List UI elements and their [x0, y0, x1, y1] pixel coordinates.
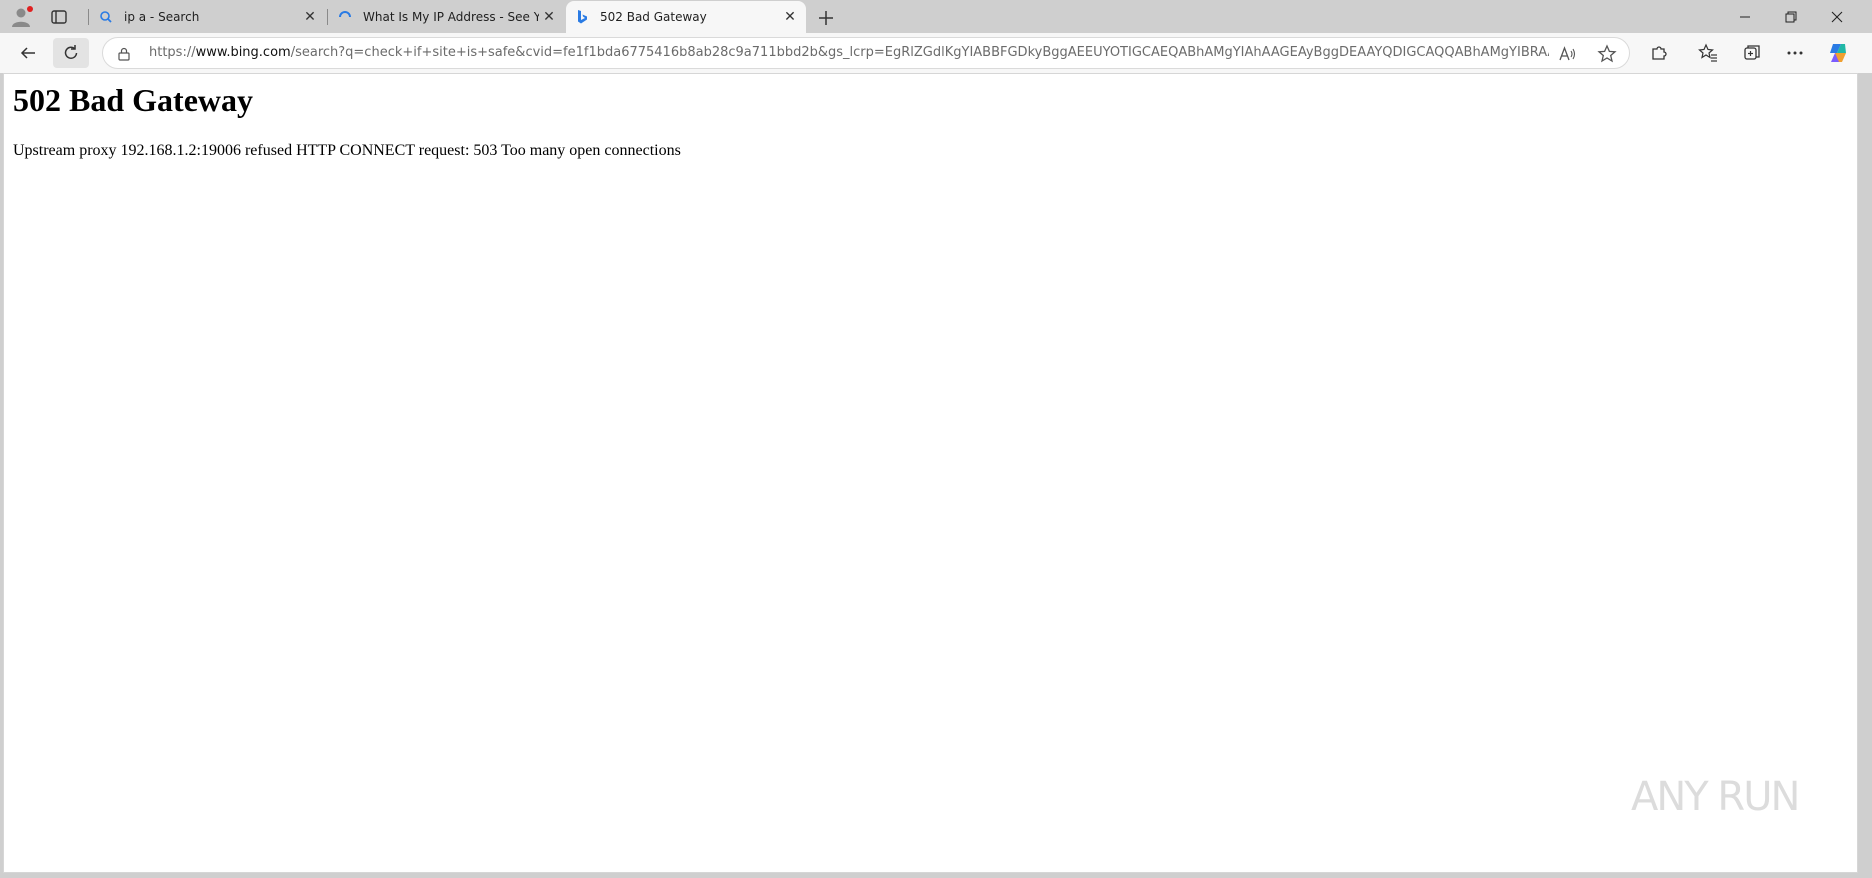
loading-spinner-icon — [337, 9, 353, 25]
browser-toolbar: https://www.bing.com/search?q=check+if+s… — [0, 33, 1872, 73]
url-path: /search?q=check+if+site+is+safe&cvid=fe1… — [290, 45, 1549, 60]
watermark-text: ANY RUN — [1631, 774, 1800, 820]
tab-separator — [327, 9, 328, 25]
new-tab-icon[interactable] — [814, 6, 838, 30]
url-host: www.bing.com — [195, 45, 291, 60]
tab-separator — [88, 9, 89, 25]
favorite-star-icon[interactable] — [1597, 44, 1617, 64]
copilot-button[interactable] — [1820, 38, 1856, 68]
address-bar[interactable]: https://www.bing.com/search?q=check+if+s… — [102, 37, 1630, 69]
collections-icon — [1744, 45, 1760, 60]
refresh-button[interactable] — [53, 38, 89, 68]
tab-strip: ip a - Search ✕ What Is My IP Address - … — [0, 0, 1872, 33]
minimize-icon[interactable] — [1722, 0, 1768, 33]
tab-title: 502 Bad Gateway — [600, 10, 707, 24]
read-aloud-icon[interactable] — [1557, 44, 1577, 64]
tab-search[interactable]: ip a - Search ✕ — [90, 1, 326, 33]
page-title: 502 Bad Gateway — [13, 82, 253, 118]
close-tab-icon[interactable]: ✕ — [300, 7, 320, 27]
copilot-icon — [1830, 44, 1846, 62]
anyrun-watermark: ANY RUN — [1631, 766, 1800, 826]
restore-icon[interactable] — [1768, 0, 1814, 33]
search-icon — [98, 9, 114, 25]
ellipsis-icon — [1787, 51, 1803, 55]
close-tab-icon[interactable]: ✕ — [539, 7, 559, 27]
bing-icon — [574, 9, 590, 25]
favorites-button[interactable] — [1690, 38, 1726, 68]
back-arrow-icon — [20, 47, 35, 59]
close-tab-icon[interactable]: ✕ — [780, 7, 800, 27]
tab-502-bad-gateway[interactable]: 502 Bad Gateway ✕ — [566, 1, 806, 33]
lock-icon[interactable] — [117, 46, 131, 61]
back-button[interactable] — [10, 38, 46, 68]
tab-title: ip a - Search — [124, 10, 200, 24]
error-message: Upstream proxy 192.168.1.2:19006 refused… — [13, 142, 681, 159]
profile-avatar-icon[interactable] — [10, 5, 34, 29]
tab-title: What Is My IP Address - See Your Public — [363, 10, 539, 24]
tab-actions-icon[interactable] — [50, 8, 68, 26]
close-window-icon[interactable] — [1814, 0, 1860, 33]
collections-button[interactable] — [1734, 38, 1770, 68]
refresh-icon — [64, 45, 78, 59]
favorites-list-icon — [1698, 43, 1717, 62]
page-content: 502 Bad Gateway Upstream proxy 192.168.1… — [3, 73, 1858, 873]
tab-what-is-my-ip[interactable]: What Is My IP Address - See Your Public … — [329, 1, 565, 33]
extensions-button[interactable] — [1641, 38, 1677, 68]
more-options-button[interactable] — [1777, 38, 1813, 68]
url-text[interactable]: https://www.bing.com/search?q=check+if+s… — [149, 38, 1549, 68]
puzzle-icon — [1652, 46, 1667, 60]
url-scheme: https:// — [149, 45, 196, 60]
